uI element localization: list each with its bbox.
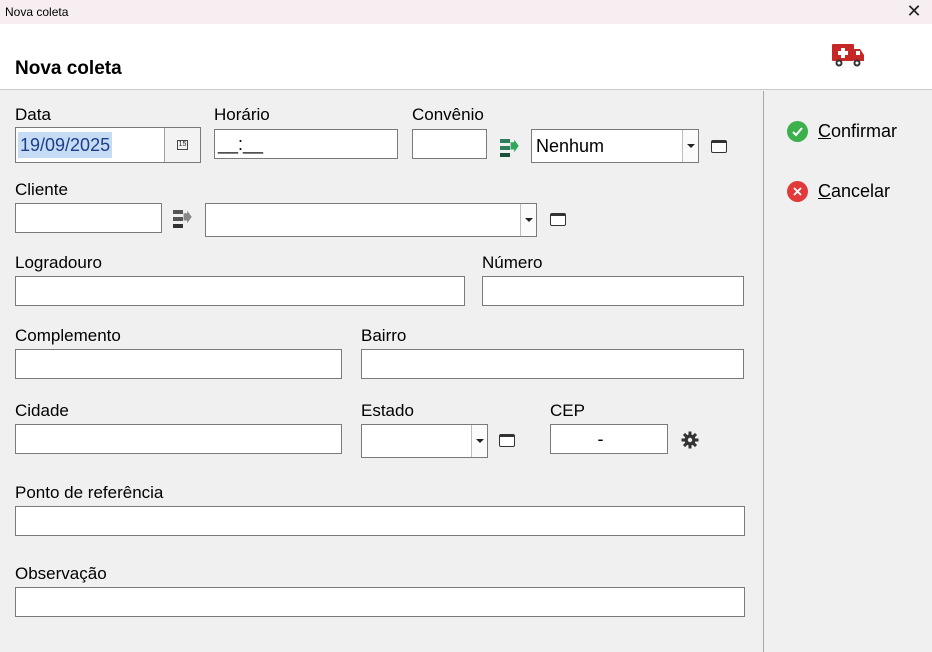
chevron-down-icon[interactable] (682, 130, 698, 162)
logradouro-field[interactable] (15, 276, 465, 306)
complemento-field[interactable] (15, 349, 342, 379)
ambulance-icon (832, 44, 864, 67)
convenio-code-field[interactable] (412, 129, 487, 159)
date-picker[interactable]: 19/09/2025 15 (15, 127, 201, 163)
ponto-referencia-label: Ponto de referência (15, 483, 164, 502)
window-icon[interactable] (499, 434, 515, 447)
window-title: Nova coleta (5, 5, 69, 19)
title-bar: Nova coleta ✕ (0, 0, 932, 24)
convenio-label: Convênio (412, 105, 484, 124)
chevron-down-icon[interactable] (471, 425, 487, 457)
observacao-label: Observação (15, 564, 107, 583)
x-icon (787, 180, 808, 202)
calendar-icon: 15 (177, 140, 188, 150)
observacao-field[interactable] (15, 587, 745, 617)
cliente-label: Cliente (15, 180, 68, 199)
cidade-label: Cidade (15, 401, 69, 420)
cliente-code-field[interactable] (15, 203, 162, 233)
complemento-label: Complemento (15, 326, 121, 345)
confirm-label: Confirmar (818, 120, 898, 141)
page-title: Nova coleta (15, 58, 122, 79)
cidade-field[interactable] (15, 424, 342, 454)
numero-label: Número (482, 253, 543, 272)
cancel-button[interactable]: Cancelar (787, 178, 890, 204)
date-value[interactable]: 19/09/2025 (18, 132, 113, 158)
estado-select[interactable] (361, 424, 488, 458)
action-panel (763, 91, 932, 652)
close-icon[interactable]: ✕ (904, 1, 924, 21)
bairro-field[interactable] (361, 349, 744, 379)
horario-label: Horário (214, 105, 270, 124)
gear-icon[interactable] (680, 430, 700, 450)
dialog-header: Nova coleta (0, 24, 932, 90)
chevron-down-icon[interactable] (520, 204, 536, 236)
horario-field[interactable]: __:__ (214, 129, 398, 159)
convenio-select[interactable]: Nenhum (531, 129, 699, 163)
window-icon[interactable] (550, 213, 566, 226)
lookup-gray-icon[interactable] (171, 208, 195, 232)
numero-field[interactable] (482, 276, 744, 306)
confirm-button[interactable]: Confirmar (787, 118, 897, 144)
cliente-select[interactable] (205, 203, 537, 237)
logradouro-label: Logradouro (15, 253, 102, 272)
data-label: Data (15, 105, 51, 124)
ponto-referencia-field[interactable] (15, 506, 745, 536)
window-icon[interactable] (711, 140, 727, 153)
convenio-selected: Nenhum (536, 136, 605, 156)
lookup-green-icon[interactable] (498, 137, 522, 161)
cancel-label: Cancelar (818, 180, 891, 201)
cep-field[interactable]: - (550, 424, 668, 454)
cep-label: CEP (550, 401, 585, 420)
bairro-label: Bairro (361, 326, 407, 345)
calendar-button[interactable]: 15 (164, 128, 200, 162)
check-icon (787, 120, 808, 142)
estado-label: Estado (361, 401, 414, 420)
